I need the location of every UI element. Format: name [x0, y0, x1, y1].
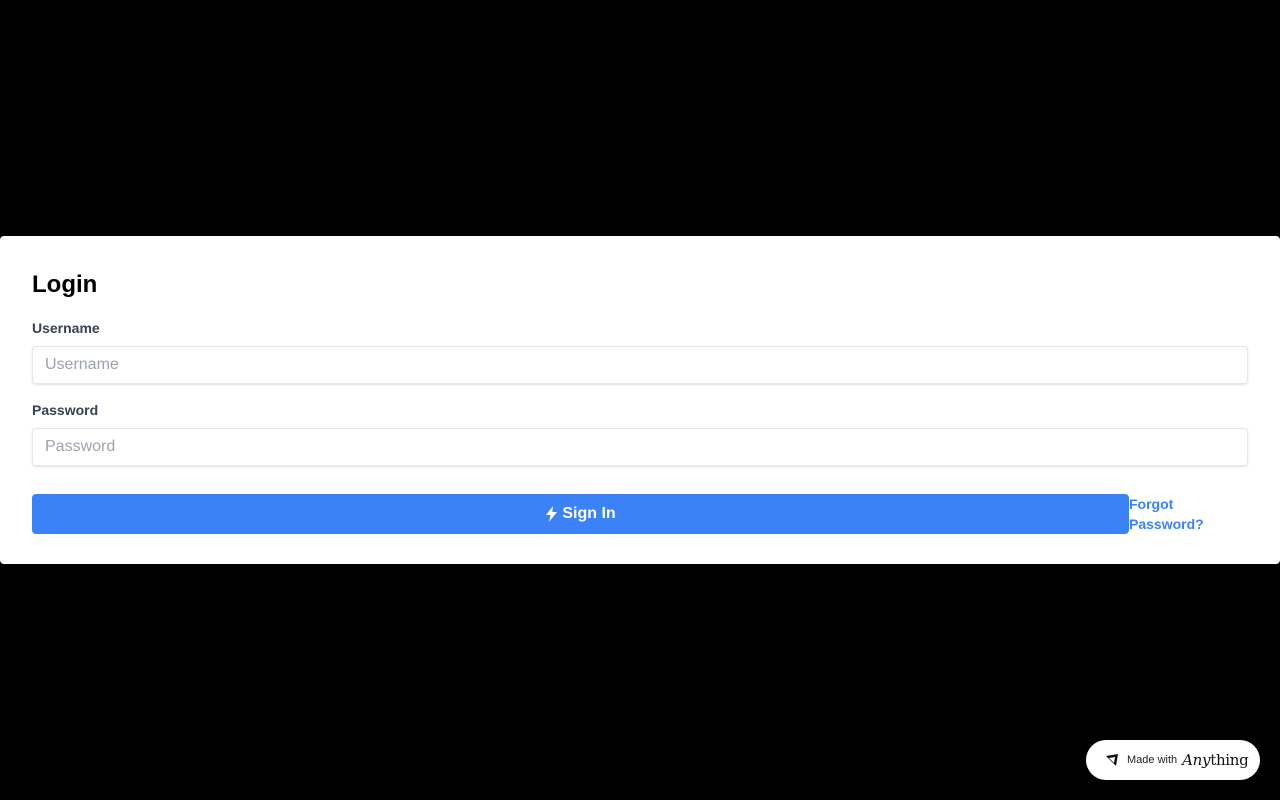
sign-in-button[interactable]: Sign In: [32, 494, 1129, 534]
password-input[interactable]: [32, 428, 1248, 466]
username-input[interactable]: [32, 346, 1248, 384]
brand-name: Anything: [1182, 751, 1249, 769]
made-with-text: Made with: [1127, 754, 1178, 766]
made-with-anything-badge[interactable]: Made with Anything: [1086, 740, 1260, 780]
page-title: Login: [32, 271, 98, 298]
sign-in-label: Sign In: [562, 505, 616, 522]
login-card: Login Username Password Sign In Forgot P…: [0, 236, 1280, 564]
anything-logo-icon: [1105, 753, 1119, 767]
forgot-password-link[interactable]: Forgot Password?: [1129, 494, 1229, 534]
username-label: Username: [32, 320, 100, 336]
brand-prefix: Any: [1182, 751, 1211, 769]
form-actions: Sign In Forgot Password?: [32, 494, 1248, 534]
password-label: Password: [32, 402, 99, 418]
bolt-icon: [545, 506, 558, 522]
brand-suffix: thing: [1210, 751, 1249, 769]
